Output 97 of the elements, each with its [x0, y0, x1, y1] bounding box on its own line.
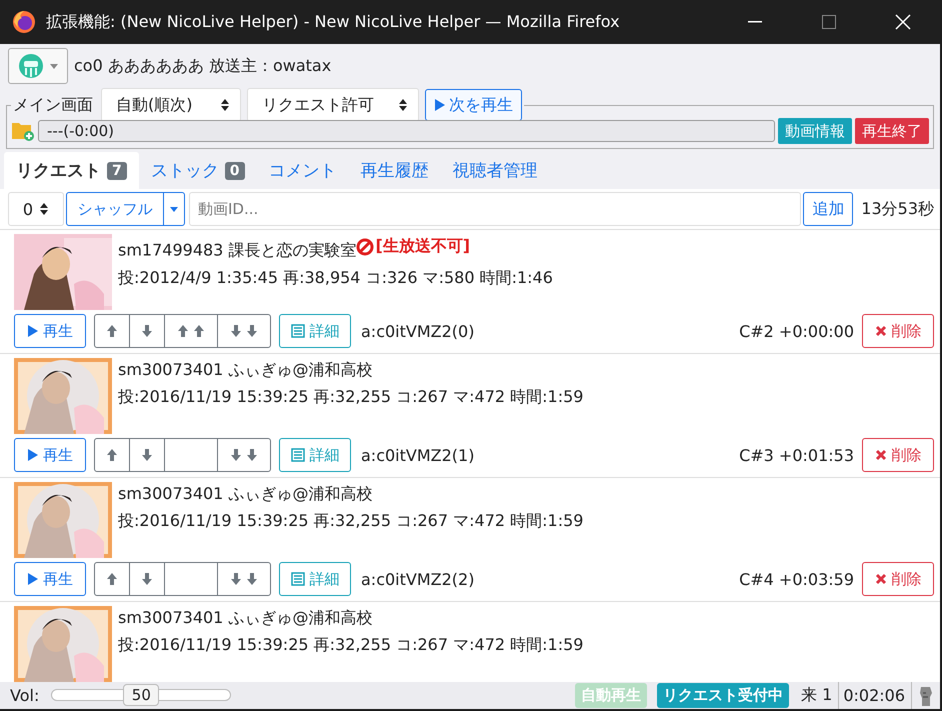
play-icon — [27, 325, 38, 337]
queue-position: C#2 +0:00:00 — [739, 322, 854, 340]
move-bottom-button[interactable] — [217, 314, 271, 348]
double-arrow-down-icon — [230, 572, 258, 586]
arrow-up-icon — [106, 324, 118, 338]
video-info: 投:2016/11/19 15:39:25 再:32,255 コ:267 マ:472 時間:1:59 — [118, 635, 584, 656]
panel-legend: メイン画面 — [13, 94, 93, 116]
tab[interactable]: 再生履歴 — [348, 152, 440, 189]
list-icon — [290, 572, 304, 586]
move-down-button[interactable] — [129, 438, 165, 472]
move-top-button[interactable] — [164, 438, 218, 472]
updown-caret-icon — [39, 202, 50, 216]
broadcast-info: co0 ああああああ 放送主：owatax — [74, 56, 332, 76]
arrow-down-icon — [141, 324, 153, 338]
move-bottom-button[interactable] — [217, 438, 271, 472]
volume-thumb[interactable]: 50 — [123, 684, 160, 706]
maximize-icon[interactable] — [822, 15, 836, 29]
queue-position: C#4 +0:03:59 — [739, 570, 854, 588]
detail-button[interactable]: 詳細 — [279, 562, 351, 596]
minimize-icon[interactable] — [748, 21, 762, 23]
video-title: sm30073401 ふぃぎゅ@浦和高校 — [118, 360, 372, 379]
double-arrow-down-icon — [230, 324, 258, 338]
requester-id: a:c0itVMZ2(0) — [361, 322, 474, 340]
close-icon[interactable] — [895, 14, 911, 30]
play-button[interactable]: 再生 — [14, 314, 86, 348]
requester-id: a:c0itVMZ2(2) — [361, 570, 474, 588]
prohibited-icon — [356, 238, 374, 256]
tab[interactable]: コメント — [256, 152, 348, 189]
folder-add-icon[interactable] — [11, 120, 35, 142]
video-info: 投:2012/4/9 1:35:45 再:38,954 コ:326 マ:580 時間:1:46 — [118, 268, 553, 288]
play-icon — [434, 99, 445, 111]
play-icon — [27, 573, 38, 585]
video-info: 投:2016/11/19 15:39:25 再:32,255 コ:267 マ:472 時間:1:59 — [118, 511, 584, 532]
caret-icon — [170, 206, 178, 212]
double-arrow-up-icon — [177, 324, 205, 338]
video-title: sm17499483 課長と恋の実験室 — [118, 240, 356, 260]
volume-slider[interactable]: 50 — [51, 684, 232, 708]
delete-button[interactable]: 削除 — [862, 314, 934, 348]
caret-icon — [50, 64, 58, 68]
mode-select[interactable]: 自動(順次) — [101, 88, 241, 122]
move-bottom-button[interactable] — [217, 562, 271, 596]
broadcast-logo-icon — [18, 53, 44, 79]
close-icon — [874, 325, 886, 337]
add-button[interactable]: 追加 — [803, 192, 854, 226]
close-icon — [874, 449, 886, 461]
updown-caret-icon — [220, 98, 230, 112]
move-up-button[interactable] — [94, 314, 130, 348]
video-title: sm30073401 ふぃぎゅ@浦和高校 — [118, 608, 372, 627]
list-icon — [290, 448, 304, 462]
play-button[interactable]: 再生 — [14, 438, 86, 472]
move-top-button[interactable] — [164, 562, 218, 596]
move-up-button[interactable] — [94, 562, 130, 596]
tab[interactable]: 視聴者管理 — [440, 152, 550, 189]
list-icon — [290, 324, 304, 338]
browser-logo-icon — [12, 10, 36, 34]
updown-caret-icon — [398, 98, 408, 112]
arrow-down-icon — [141, 448, 153, 462]
delete-button[interactable]: 削除 — [862, 562, 934, 596]
stop-button[interactable]: 再生終了 — [855, 118, 929, 144]
request-select[interactable]: リクエスト許可 — [247, 88, 419, 122]
move-top-button[interactable] — [164, 314, 218, 348]
play-button[interactable]: 再生 — [14, 562, 86, 596]
arrow-up-icon — [106, 572, 118, 586]
tab[interactable]: ストック 0 — [138, 152, 256, 189]
video-info-button[interactable]: 動画情報 — [778, 118, 852, 144]
delete-button[interactable]: 削除 — [862, 438, 934, 472]
move-down-button[interactable] — [129, 562, 165, 596]
video-info: 投:2016/11/19 15:39:25 再:32,255 コ:267 マ:472 時間:1:59 — [118, 387, 584, 408]
shuffle-dropdown-button[interactable] — [163, 192, 185, 226]
elapsed-time: 0:02:06 — [838, 682, 905, 709]
requester-id: a:c0itVMZ2(1) — [361, 446, 474, 464]
visitor-count: 来 1 — [801, 685, 832, 706]
count-badge: 0 — [224, 162, 244, 180]
play-next-button[interactable]: 次を再生 — [425, 89, 522, 121]
queue-position: C#3 +0:01:53 — [739, 446, 854, 464]
status-badge: リクエスト受付中 — [657, 683, 790, 708]
window-title: 拡張機能: (New NicoLive Helper) - New NicoLive Helper — Mozilla Firefox — [46, 12, 620, 32]
total-duration: 13分53秒 — [861, 198, 934, 220]
play-icon — [27, 449, 38, 461]
shuffle-button[interactable]: シャッフル — [66, 192, 164, 226]
status-badge: 自動再生 — [575, 683, 648, 708]
arrow-down-icon — [141, 572, 153, 586]
tab[interactable]: リクエスト 7 — [4, 152, 139, 189]
video-id-field[interactable]: 動画ID... — [189, 192, 802, 226]
video-title: sm30073401 ふぃぎゅ@浦和高校 — [118, 484, 372, 503]
warning-text: [生放送不可] — [375, 236, 470, 257]
number-spinner[interactable]: 0 — [8, 192, 64, 226]
double-arrow-down-icon — [230, 448, 258, 462]
detail-button[interactable]: 詳細 — [279, 438, 351, 472]
volume-label: Vol: — [10, 686, 40, 705]
arrow-up-icon — [106, 448, 118, 462]
close-icon — [874, 573, 886, 585]
count-badge: 7 — [107, 162, 127, 180]
detail-button[interactable]: 詳細 — [279, 314, 351, 348]
now-playing-field: ---(-0:00) — [38, 120, 775, 142]
move-up-button[interactable] — [94, 438, 130, 472]
move-down-button[interactable] — [129, 314, 165, 348]
